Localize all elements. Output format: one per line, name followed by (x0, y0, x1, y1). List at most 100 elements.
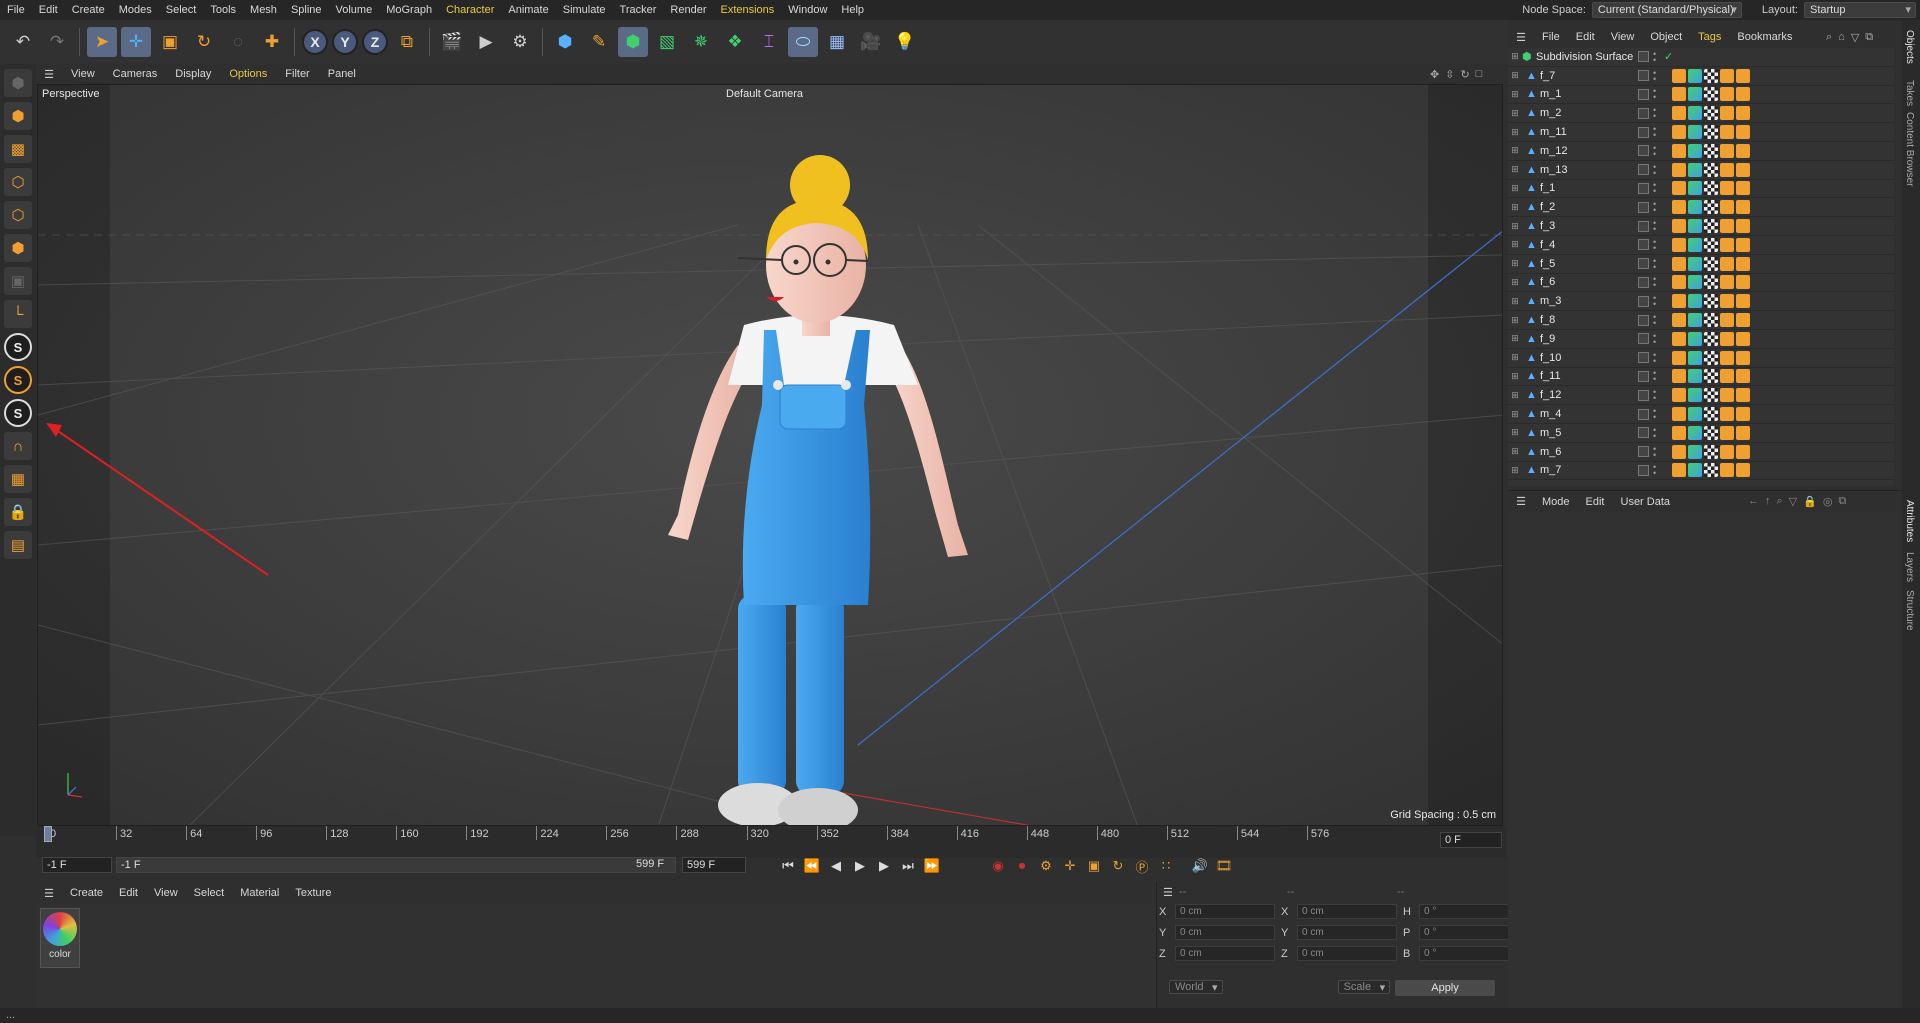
key-position-icon[interactable]: ✛ (1058, 855, 1082, 877)
visibility-checkbox[interactable] (1638, 352, 1649, 364)
record-key-icon[interactable]: ◉ (986, 855, 1010, 877)
rot-h-field[interactable]: 0 ° (1419, 904, 1519, 919)
phong-tag-icon[interactable] (1672, 369, 1686, 384)
material-menu-material[interactable]: Material (232, 887, 287, 899)
material-tag-icon[interactable] (1688, 181, 1702, 196)
viewport-menu-display[interactable]: Display (166, 68, 220, 80)
render-dots-icon[interactable]: • • (1653, 200, 1656, 215)
menu-animate[interactable]: Animate (501, 0, 555, 20)
object-row[interactable]: ⊞ ▲ f_2 • • (1508, 198, 1894, 218)
expand-icon[interactable]: ⊞ (1508, 446, 1522, 457)
make-editable-icon[interactable]: ⬢ (4, 69, 32, 97)
object-name[interactable]: m_13 (1540, 164, 1630, 176)
pose-tag-icon[interactable] (1736, 331, 1750, 346)
material-tag-icon[interactable] (1688, 275, 1702, 290)
uvw-tag-icon[interactable] (1704, 425, 1718, 440)
uvw-tag-icon[interactable] (1704, 106, 1718, 121)
object-row[interactable]: ⊞ ▲ m_2 • • (1508, 104, 1894, 124)
rot-p-field[interactable]: 0 ° (1419, 925, 1519, 940)
size-y-field[interactable]: 0 cm (1297, 925, 1397, 940)
rot-b-field[interactable]: 0 ° (1419, 946, 1519, 961)
snap-icon[interactable]: ∩ (4, 432, 32, 460)
cube-icon[interactable]: ⬢ (550, 27, 580, 57)
scale-icon[interactable]: ▣ (155, 27, 185, 57)
weight-tag-icon[interactable] (1720, 143, 1734, 158)
expand-icon[interactable]: ⊞ (1508, 427, 1522, 438)
uvw-tag-icon[interactable] (1704, 125, 1718, 140)
weight-tag-icon[interactable] (1720, 331, 1734, 346)
expand-icon[interactable]: ⊞ (1508, 333, 1522, 344)
object-row[interactable]: ⊞ ▲ f_5 • • (1508, 255, 1894, 274)
menu-character[interactable]: Character (439, 0, 501, 20)
visibility-checkbox[interactable] (1638, 295, 1649, 307)
weight-tag-icon[interactable] (1720, 294, 1734, 309)
tab-takes[interactable]: Takes (1904, 80, 1915, 106)
render-dots-icon[interactable]: • • (1653, 369, 1656, 384)
playhead-handle[interactable] (44, 826, 52, 842)
expand-icon[interactable]: ⊞ (1508, 258, 1522, 269)
uvw-tag-icon[interactable] (1704, 407, 1718, 422)
visibility-checkbox[interactable] (1638, 333, 1649, 345)
render-settings-icon[interactable]: ⚙ (505, 27, 535, 57)
polygons-mode-icon[interactable]: ⬢ (4, 234, 32, 262)
render-dots-icon[interactable]: • • (1653, 87, 1656, 102)
object-name[interactable]: m_5 (1540, 427, 1630, 439)
visibility-checkbox[interactable] (1638, 107, 1649, 119)
new-window-icon[interactable]: ⧉ (1838, 495, 1846, 508)
render-dots-icon[interactable]: • • (1653, 237, 1656, 252)
object-row[interactable]: ⊞ ▲ f_12 • • (1508, 386, 1894, 406)
phong-tag-icon[interactable] (1672, 463, 1686, 478)
uvw-tag-icon[interactable] (1704, 275, 1718, 290)
expand-icon[interactable]: ⊞ (1508, 371, 1522, 382)
object-name[interactable]: f_10 (1540, 352, 1630, 364)
uvw-tag-icon[interactable] (1704, 200, 1718, 215)
menu-render[interactable]: Render (663, 0, 713, 20)
phong-tag-icon[interactable] (1672, 388, 1686, 403)
uvw-tag-icon[interactable] (1704, 237, 1718, 252)
material-tag-icon[interactable] (1688, 350, 1702, 365)
visibility-checkbox[interactable] (1638, 220, 1649, 232)
tab-attributes[interactable]: Attributes (1904, 500, 1915, 542)
coord-mode-dropdown[interactable]: Scale (1337, 980, 1391, 994)
object-name[interactable]: f_8 (1540, 314, 1630, 326)
expand-icon[interactable]: ⊞ (1508, 352, 1522, 363)
current-frame-field[interactable]: 0 F (1440, 832, 1502, 848)
filter-icon[interactable]: ▽ (1789, 495, 1797, 508)
object-row[interactable]: ⊞ ▲ m_11 • • (1508, 123, 1894, 142)
visibility-checkbox[interactable] (1638, 126, 1649, 138)
film-icon[interactable]: 🎞 (1212, 855, 1236, 877)
menu-file[interactable]: File (0, 0, 32, 20)
visibility-checkbox[interactable] (1638, 389, 1649, 401)
render-dots-icon[interactable]: • • (1653, 219, 1656, 234)
pos-x-field[interactable]: 0 cm (1175, 904, 1275, 919)
visibility-checkbox[interactable] (1638, 427, 1649, 439)
weight-tag-icon[interactable] (1720, 237, 1734, 252)
object-row[interactable]: ⊞ ▲ m_5 • • (1508, 424, 1894, 443)
object-menu-edit[interactable]: Edit (1568, 31, 1603, 43)
search-icon[interactable]: ⌕ (1826, 31, 1832, 44)
prev-frame-icon[interactable]: ◀ (824, 855, 848, 877)
camera-icon[interactable]: 🎥 (856, 27, 886, 57)
expand-icon[interactable]: ⊞ (1508, 70, 1522, 81)
pose-tag-icon[interactable] (1736, 106, 1750, 121)
object-name[interactable]: m_4 (1540, 408, 1630, 420)
object-name[interactable]: f_3 (1540, 220, 1630, 232)
menu-tools[interactable]: Tools (203, 0, 243, 20)
move-tool-icon[interactable]: ✚ (257, 27, 287, 57)
orbit-icon[interactable]: ↻ (1460, 68, 1469, 81)
pos-y-field[interactable]: 0 cm (1175, 925, 1275, 940)
tab-layers[interactable]: Layers (1904, 552, 1915, 582)
material-menu-select[interactable]: Select (186, 887, 233, 899)
up-arrow-icon[interactable]: ↑ (1765, 495, 1771, 507)
phong-tag-icon[interactable] (1672, 350, 1686, 365)
viewport-menu-view[interactable]: View (62, 68, 104, 80)
home-icon[interactable]: ⌂ (1838, 31, 1845, 43)
render-dots-icon[interactable]: • • (1653, 407, 1656, 422)
object-name[interactable]: f_4 (1540, 239, 1630, 251)
object-row[interactable]: ⊞ ▲ m_3 • • (1508, 292, 1894, 312)
move-icon[interactable]: ✛ (121, 27, 151, 57)
material-tag-icon[interactable] (1688, 237, 1702, 252)
pose-tag-icon[interactable] (1736, 350, 1750, 365)
object-name[interactable]: m_11 (1540, 126, 1630, 138)
start-frame-field[interactable]: -1 F (42, 857, 112, 873)
